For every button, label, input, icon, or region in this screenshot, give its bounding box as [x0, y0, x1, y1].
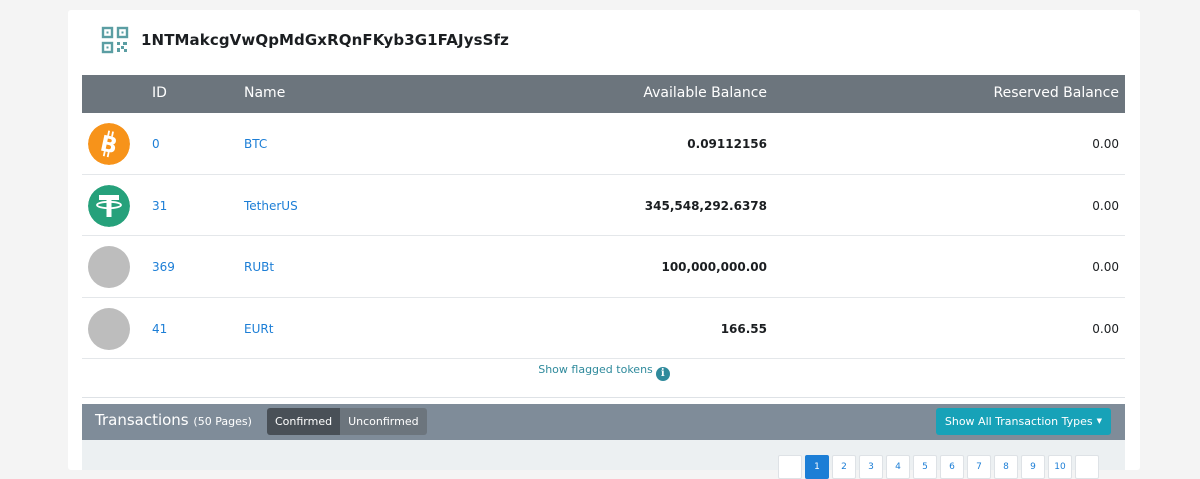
page-button[interactable]: 4 — [886, 455, 910, 479]
transactions-header: Transactions (50 Pages) Confirmed Unconf… — [82, 404, 1125, 440]
reserved-balance: 0.00 — [1092, 198, 1119, 213]
token-name-link[interactable]: TetherUS — [244, 199, 298, 213]
table-row: 41 EURt 166.55 0.00 — [82, 298, 1125, 359]
table-header: ID Name Available Balance Reserved Balan… — [82, 75, 1125, 113]
available-balance: 345,548,292.6378 — [644, 198, 767, 213]
address-header: 1NTMakcgVwQpMdGxRQnFKyb3G1FAJysSfz — [101, 24, 509, 56]
info-icon[interactable]: i — [655, 367, 670, 381]
reserved-balance: 0.00 — [1092, 137, 1119, 151]
placeholder-coin-icon — [88, 246, 130, 288]
page-button[interactable]: 8 — [994, 455, 1018, 479]
page-button[interactable]: 7 — [967, 455, 991, 479]
confirmation-toggle: Confirmed Unconfirmed — [267, 408, 427, 435]
wallet-address: 1NTMakcgVwQpMdGxRQnFKyb3G1FAJysSfz — [141, 31, 509, 49]
bitcoin-icon: B — [88, 123, 130, 165]
available-balance: 100,000,000.00 — [661, 260, 767, 274]
table-row: 369 RUBt 100,000,000.00 0.00 — [82, 236, 1125, 298]
page-button[interactable]: 1 — [805, 455, 829, 479]
page-button[interactable]: 10 — [1048, 455, 1072, 479]
placeholder-coin-icon — [88, 307, 130, 350]
header-reserved-balance: Reserved Balance — [993, 85, 1119, 101]
token-id-link[interactable]: 0 — [152, 137, 160, 151]
token-name-link[interactable]: RUBt — [244, 260, 274, 274]
qr-code-icon[interactable] — [101, 26, 129, 54]
token-id-link[interactable]: 41 — [152, 322, 167, 336]
transactions-page-count: (50 Pages) — [193, 415, 252, 428]
table-row: 31 TetherUS 345,548,292.6378 0.00 — [82, 175, 1125, 236]
header-available-balance: Available Balance — [643, 85, 767, 101]
available-balance: 0.09112156 — [687, 137, 767, 151]
page-button[interactable]: 2 — [832, 455, 856, 479]
header-id: ID — [152, 85, 167, 101]
tether-icon — [88, 184, 130, 227]
header-name: Name — [244, 85, 286, 101]
divider — [82, 397, 1125, 398]
reserved-balance: 0.00 — [1092, 321, 1119, 336]
confirmed-tab[interactable]: Confirmed — [267, 408, 341, 435]
balances-table: ID Name Available Balance Reserved Balan… — [82, 75, 1125, 359]
token-id-link[interactable]: 31 — [152, 199, 167, 213]
caret-down-icon: ▼ — [1096, 417, 1102, 425]
token-name-link[interactable]: EURt — [244, 322, 273, 336]
token-id-link[interactable]: 369 — [152, 260, 175, 274]
table-row: B 0 BTC 0.09112156 0.00 — [82, 113, 1125, 175]
available-balance: 166.55 — [720, 321, 767, 336]
page-prev-button[interactable] — [778, 455, 802, 479]
token-name-link[interactable]: BTC — [244, 137, 267, 151]
page-button[interactable]: 3 — [859, 455, 883, 479]
address-card: 1NTMakcgVwQpMdGxRQnFKyb3G1FAJysSfz ID Na… — [68, 10, 1140, 479]
flagged-tokens-section: Show flagged tokens i — [68, 363, 1140, 381]
page-button[interactable]: 5 — [913, 455, 937, 479]
unconfirmed-tab[interactable]: Unconfirmed — [340, 408, 427, 435]
transaction-types-dropdown[interactable]: Show All Transaction Types ▼ — [935, 408, 1111, 435]
reserved-balance: 0.00 — [1092, 260, 1119, 274]
show-flagged-tokens-link[interactable]: Show flagged tokens — [538, 363, 653, 376]
page-button[interactable]: 6 — [940, 455, 964, 479]
page-next-button[interactable] — [1075, 455, 1099, 479]
transactions-label: Transactions — [95, 411, 189, 429]
transactions-title: Transactions (50 Pages) — [95, 411, 252, 429]
page-button[interactable]: 9 — [1021, 455, 1045, 479]
transaction-types-label: Show All Transaction Types — [944, 415, 1093, 428]
pagination: 1 2 3 4 5 6 7 8 9 10 — [778, 455, 1102, 479]
pagination-area: 1 2 3 4 5 6 7 8 9 10 — [82, 440, 1125, 479]
